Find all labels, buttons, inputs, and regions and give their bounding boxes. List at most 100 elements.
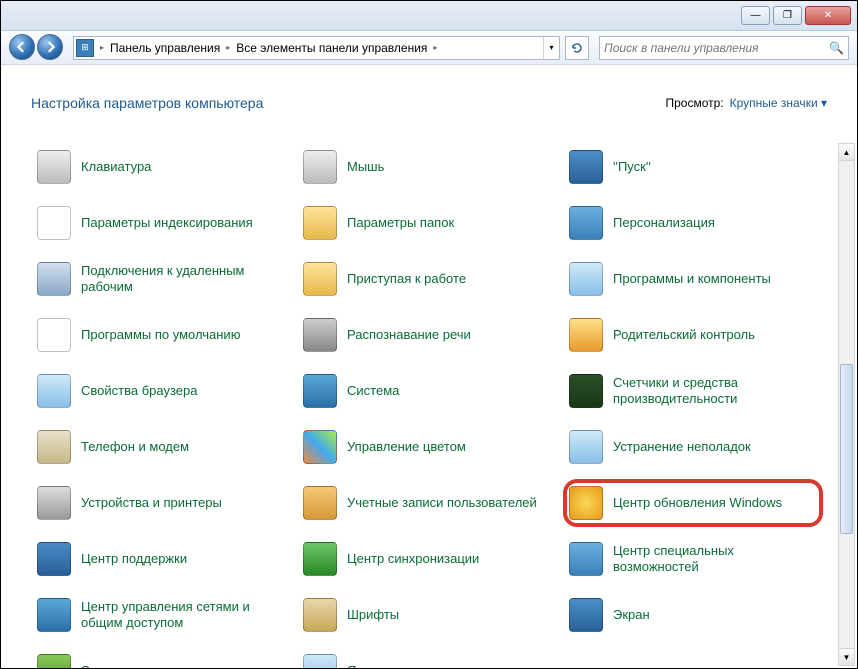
- item-label: Центр специальных возможностей: [613, 543, 817, 576]
- control-panel-item[interactable]: Центр управления сетями и общим доступом: [31, 591, 291, 639]
- item-icon: [569, 262, 603, 296]
- address-bar[interactable]: ⊞ ▸ Панель управления ▸ Все элементы пан…: [73, 36, 560, 60]
- item-icon: [303, 262, 337, 296]
- control-panel-item[interactable]: Счетчики и средства производительности: [563, 367, 823, 415]
- item-label: Центр управления сетями и общим доступом: [81, 599, 285, 632]
- items-area: Клавиатура Мышь ''Пуск'' Параметры индексир…: [1, 143, 837, 668]
- control-panel-item[interactable]: Подключения к удаленным рабочим: [31, 255, 291, 303]
- item-label: Мышь: [347, 159, 384, 175]
- item-label: Подключения к удаленным рабочим: [81, 263, 285, 296]
- item-icon: [37, 654, 71, 668]
- control-panel-item[interactable]: Центр синхронизации: [297, 535, 557, 583]
- control-panel-item[interactable]: Персонализация: [563, 199, 823, 247]
- item-icon: [37, 430, 71, 464]
- control-panel-item[interactable]: Язык и региональные стандарты: [297, 647, 557, 668]
- item-icon: [569, 318, 603, 352]
- item-label: Шрифты: [347, 607, 399, 623]
- control-panel-item[interactable]: Параметры папок: [297, 199, 557, 247]
- maximize-button[interactable]: ❐: [773, 6, 802, 25]
- nav-arrows: [9, 34, 67, 62]
- breadcrumb-root[interactable]: Панель управления: [106, 41, 224, 55]
- control-panel-item[interactable]: Шрифты: [297, 591, 557, 639]
- items-grid: Клавиатура Мышь ''Пуск'' Параметры индексир…: [31, 143, 823, 668]
- close-button[interactable]: ✕: [805, 6, 851, 25]
- scroll-up-button[interactable]: ▲: [839, 144, 854, 161]
- control-panel-item[interactable]: Экран: [563, 591, 823, 639]
- item-icon: [569, 430, 603, 464]
- item-label: Свойства браузера: [81, 383, 197, 399]
- item-icon: [569, 598, 603, 632]
- breadcrumb-sub[interactable]: Все элементы панели управления: [232, 41, 431, 55]
- control-panel-item[interactable]: Центр обновления Windows: [563, 479, 823, 527]
- item-icon: [37, 374, 71, 408]
- view-selector: Просмотр: Крупные значки ▾: [665, 96, 827, 110]
- item-label: Приступая к работе: [347, 271, 466, 287]
- forward-button[interactable]: [37, 34, 63, 60]
- content-area: Настройка параметров компьютера Просмотр…: [1, 65, 857, 668]
- control-panel-item[interactable]: Управление цветом: [297, 423, 557, 471]
- control-panel-item[interactable]: Устройства и принтеры: [31, 479, 291, 527]
- control-panel-item[interactable]: Распознавание речи: [297, 311, 557, 359]
- item-label: Центр синхронизации: [347, 551, 479, 567]
- item-icon: [303, 598, 337, 632]
- item-icon: [37, 318, 71, 352]
- item-label: Родительский контроль: [613, 327, 755, 343]
- control-panel-item[interactable]: Родительский контроль: [563, 311, 823, 359]
- search-input[interactable]: [604, 41, 829, 55]
- navbar: ⊞ ▸ Панель управления ▸ Все элементы пан…: [1, 31, 857, 65]
- chevron-right-icon: ▸: [224, 43, 232, 52]
- scroll-thumb[interactable]: [840, 364, 853, 534]
- control-panel-item[interactable]: Клавиатура: [31, 143, 291, 191]
- minimize-button[interactable]: —: [741, 6, 770, 25]
- item-icon: [569, 374, 603, 408]
- item-label: Программы по умолчанию: [81, 327, 240, 343]
- item-icon: [37, 206, 71, 240]
- scrollbar[interactable]: ▲ ▼: [838, 143, 855, 666]
- control-panel-item[interactable]: Программы по умолчанию: [31, 311, 291, 359]
- item-icon: [37, 262, 71, 296]
- item-icon: [303, 206, 337, 240]
- item-icon: [303, 654, 337, 668]
- item-label: Центр обновления Windows: [613, 495, 782, 511]
- address-dropdown[interactable]: ▾: [543, 37, 559, 59]
- item-icon: [303, 318, 337, 352]
- item-label: Управление цветом: [347, 439, 466, 455]
- item-icon: [37, 542, 71, 576]
- control-panel-item[interactable]: Система: [297, 367, 557, 415]
- control-panel-window: — ❐ ✕ ⊞ ▸ Панель управления ▸ Все элемен…: [0, 0, 858, 669]
- item-label: Параметры папок: [347, 215, 454, 231]
- control-panel-item[interactable]: Устранение неполадок: [563, 423, 823, 471]
- item-icon: [569, 486, 603, 520]
- control-panel-item[interactable]: ''Пуск'': [563, 143, 823, 191]
- item-label: Распознавание речи: [347, 327, 471, 343]
- control-panel-item[interactable]: Телефон и модем: [31, 423, 291, 471]
- titlebar: — ❐ ✕: [1, 1, 857, 31]
- item-label: Устранение неполадок: [613, 439, 751, 455]
- item-icon: [569, 206, 603, 240]
- view-dropdown[interactable]: Крупные значки ▾: [730, 96, 827, 110]
- item-label: ''Пуск'': [613, 159, 651, 175]
- item-icon: [569, 542, 603, 576]
- control-panel-item[interactable]: Мышь: [297, 143, 557, 191]
- control-panel-item[interactable]: Центр поддержки: [31, 535, 291, 583]
- item-label: Телефон и модем: [81, 439, 189, 455]
- search-box[interactable]: 🔍: [599, 36, 849, 60]
- item-label: Устройства и принтеры: [81, 495, 222, 511]
- control-panel-item[interactable]: Параметры индексирования: [31, 199, 291, 247]
- item-label: Параметры индексирования: [81, 215, 253, 231]
- search-icon[interactable]: 🔍: [829, 41, 844, 55]
- control-panel-item[interactable]: Учетные записи пользователей: [297, 479, 557, 527]
- item-icon: [37, 486, 71, 520]
- control-panel-icon: ⊞: [76, 39, 94, 57]
- control-panel-item[interactable]: Свойства браузера: [31, 367, 291, 415]
- control-panel-item[interactable]: Центр специальных возможностей: [563, 535, 823, 583]
- control-panel-item[interactable]: Приступая к работе: [297, 255, 557, 303]
- control-panel-item[interactable]: Программы и компоненты: [563, 255, 823, 303]
- item-icon: [303, 374, 337, 408]
- back-button[interactable]: [9, 34, 35, 60]
- refresh-button[interactable]: [565, 36, 589, 60]
- item-icon: [37, 598, 71, 632]
- item-label: Язык и региональные стандарты: [347, 663, 545, 668]
- scroll-down-button[interactable]: ▼: [839, 648, 854, 665]
- control-panel-item[interactable]: Электропитание: [31, 647, 291, 668]
